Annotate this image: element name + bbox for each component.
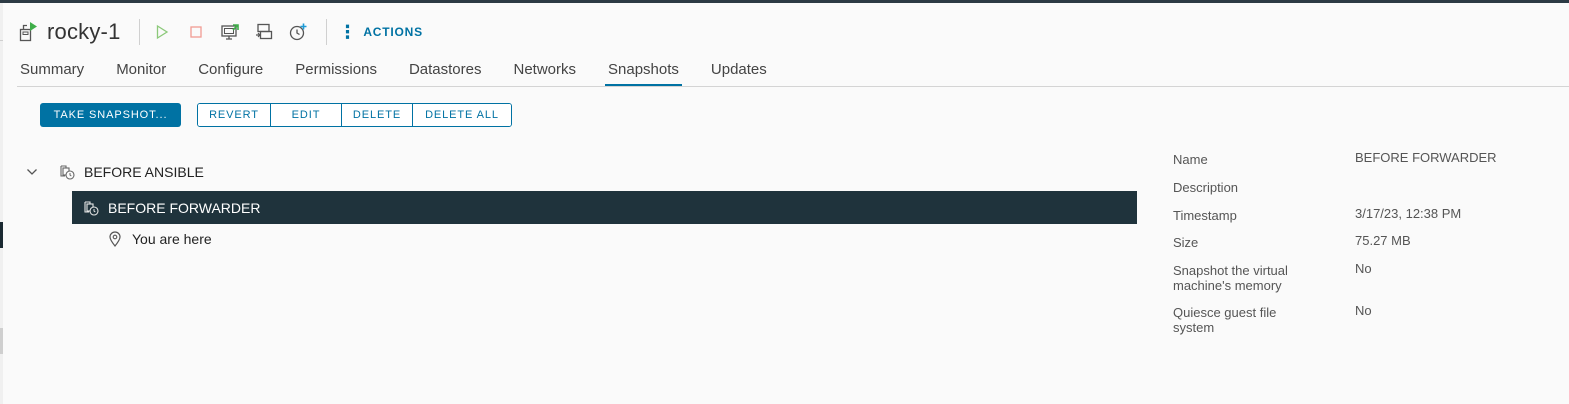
- tab-configure[interactable]: Configure: [198, 52, 263, 87]
- tab-summary[interactable]: Summary: [20, 52, 84, 87]
- vm-icon: [18, 21, 38, 43]
- detail-quiesce-label: Quiesce guest file system: [1173, 305, 1323, 335]
- tab-updates[interactable]: Updates: [711, 52, 767, 87]
- tree-node-label: BEFORE ANSIBLE: [84, 164, 204, 180]
- migrate-icon[interactable]: [254, 22, 274, 42]
- detail-size-label: Size: [1173, 235, 1199, 250]
- detail-memory-label-line2: machine's memory: [1173, 278, 1282, 293]
- tab-datastores[interactable]: Datastores: [409, 52, 482, 87]
- delete-all-button[interactable]: DELETE ALL: [413, 104, 511, 126]
- detail-quiesce-value: No: [1355, 303, 1372, 318]
- tree-node-root[interactable]: BEFORE ANSIBLE: [22, 160, 204, 184]
- take-snapshot-button[interactable]: TAKE SNAPSHOT...: [40, 103, 181, 127]
- tab-snapshots[interactable]: Snapshots: [605, 52, 682, 87]
- revert-button[interactable]: REVERT: [198, 104, 271, 126]
- detail-name-label: Name: [1173, 152, 1208, 167]
- detail-memory-label: Snapshot the virtual machine's memory: [1173, 263, 1323, 293]
- detail-name-value: BEFORE FORWARDER: [1355, 150, 1497, 165]
- detail-timestamp-value: 3/17/23, 12:38 PM: [1355, 206, 1462, 221]
- header-divider: [325, 19, 327, 45]
- detail-quiesce-label-line1: Quiesce guest file: [1173, 305, 1277, 320]
- chevron-down-icon[interactable]: [22, 162, 42, 182]
- detail-memory-label-line1: Snapshot the virtual: [1173, 263, 1288, 278]
- snapshot-icon: [82, 199, 100, 217]
- top-bar: [0, 0, 1569, 3]
- power-on-icon[interactable]: [152, 22, 172, 42]
- vm-header: rocky-1 ⋮ ACTIONS: [18, 16, 423, 48]
- tab-monitor[interactable]: Monitor: [116, 52, 166, 87]
- launch-console-icon[interactable]: [220, 22, 240, 42]
- tab-divider: [17, 86, 1569, 87]
- tab-networks[interactable]: Networks: [514, 52, 577, 87]
- location-pin-icon: [107, 230, 123, 248]
- vm-title: rocky-1: [47, 19, 121, 44]
- edit-button[interactable]: EDIT: [271, 104, 342, 126]
- delete-button[interactable]: DELETE: [342, 104, 413, 126]
- snapshot-icon: [58, 163, 76, 181]
- detail-description-label: Description: [1173, 180, 1239, 195]
- power-off-icon[interactable]: [186, 22, 206, 42]
- left-edge-selected-mark: [0, 222, 3, 248]
- detail-size-value: 75.27 MB: [1355, 233, 1411, 248]
- left-edge-mark: [0, 40, 3, 41]
- take-snapshot-icon[interactable]: [288, 22, 308, 42]
- actions-menu-button[interactable]: ⋮ ACTIONS: [339, 23, 423, 41]
- tree-node-label: You are here: [132, 231, 212, 247]
- tab-bar: Summary Monitor Configure Permissions Da…: [20, 52, 799, 87]
- header-divider: [138, 19, 140, 45]
- actions-label: ACTIONS: [363, 25, 423, 39]
- detail-memory-value: No: [1355, 261, 1372, 276]
- snapshot-action-group: REVERT EDIT DELETE DELETE ALL: [197, 103, 512, 127]
- tab-permissions[interactable]: Permissions: [295, 52, 377, 87]
- detail-quiesce-label-line2: system: [1173, 320, 1215, 335]
- more-vertical-icon: ⋮: [338, 22, 358, 42]
- tree-node-selected[interactable]: BEFORE FORWARDER: [72, 191, 1137, 224]
- detail-timestamp-label: Timestamp: [1173, 208, 1237, 223]
- tree-node-label: BEFORE FORWARDER: [108, 199, 261, 216]
- tree-node-current-state[interactable]: You are here: [107, 228, 212, 250]
- left-panel-edge: [0, 3, 3, 404]
- left-edge-scroll-mark[interactable]: [0, 328, 3, 354]
